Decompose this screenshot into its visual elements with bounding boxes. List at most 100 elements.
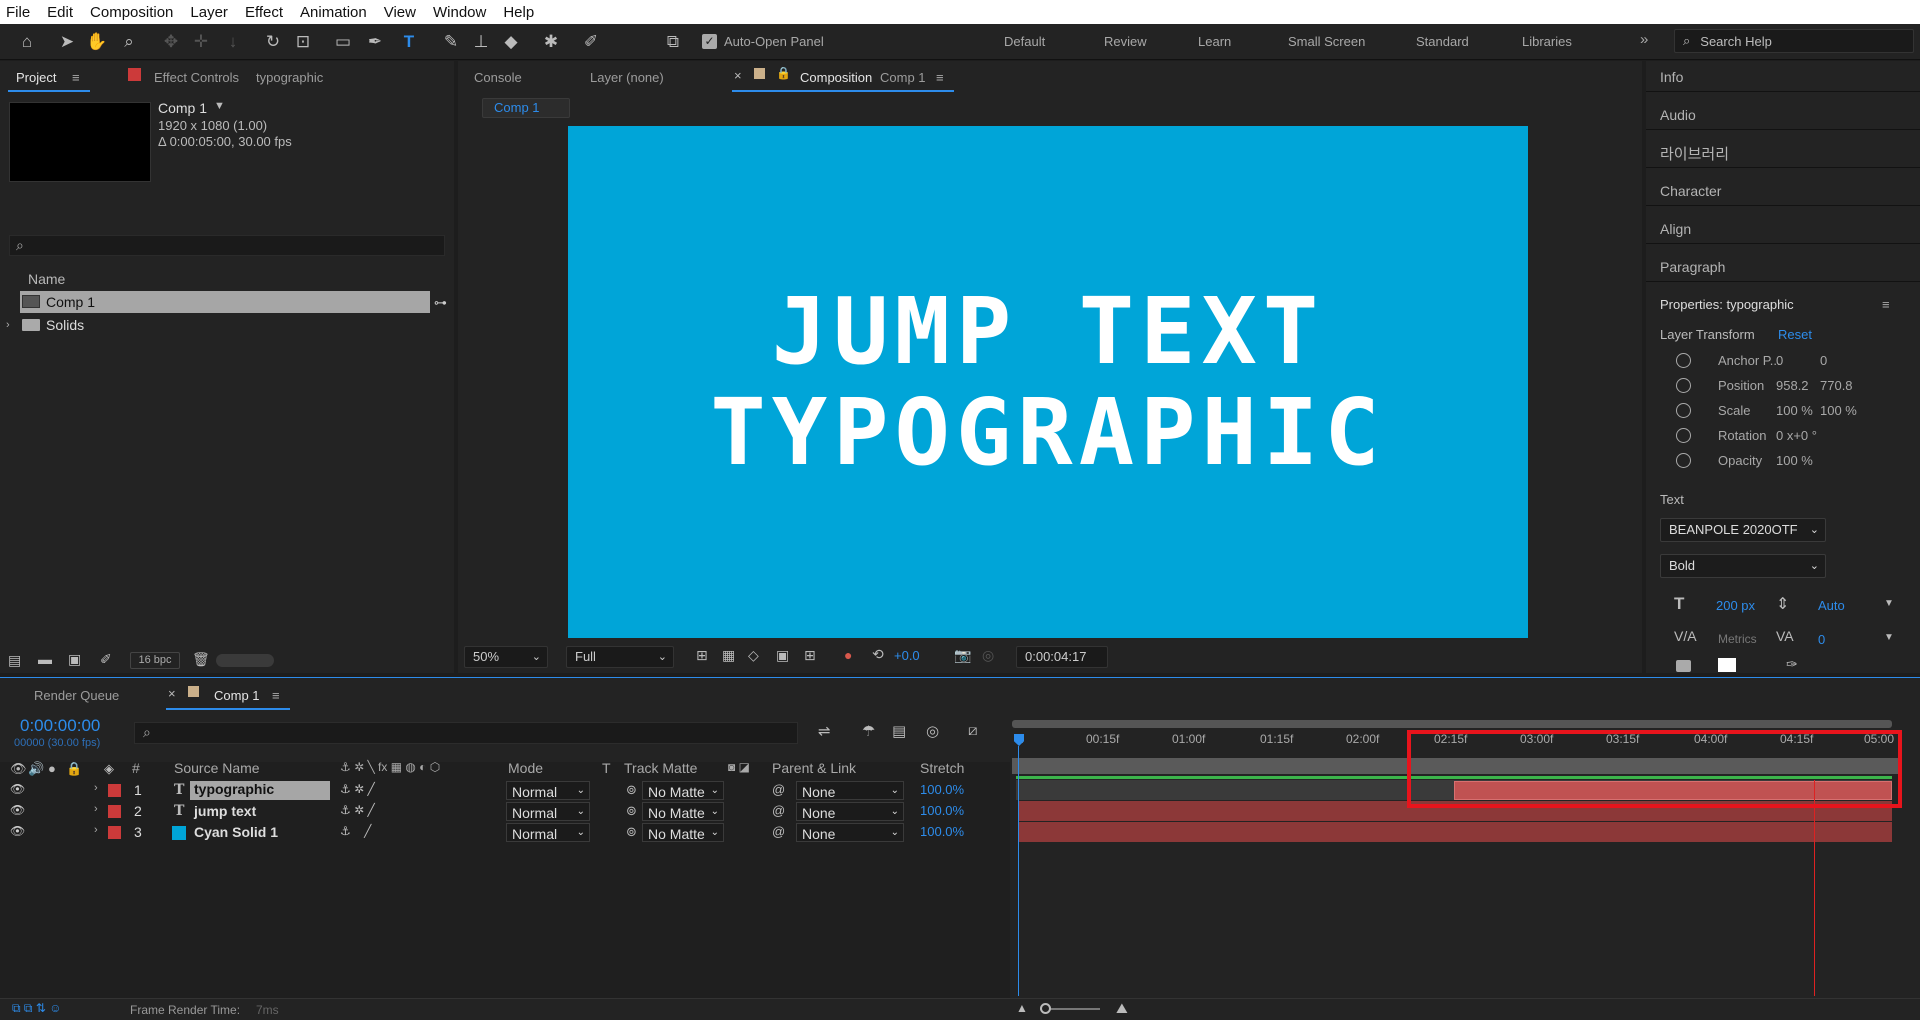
home-icon[interactable]: ⌂ bbox=[16, 31, 38, 53]
matte-link-icon[interactable]: ⊚ bbox=[626, 803, 637, 819]
prop-anchor-v1[interactable]: 0 bbox=[1776, 353, 1783, 368]
clone-stamp-tool-icon[interactable]: ⊥ bbox=[470, 31, 492, 53]
reset-button[interactable]: Reset bbox=[1778, 327, 1812, 342]
panel-libraries[interactable]: 라이브러리 bbox=[1660, 143, 1729, 164]
tab-timeline-comp[interactable]: × Comp 1 ≡ bbox=[166, 680, 290, 710]
snapshot-camera-icon[interactable]: 📷 bbox=[954, 647, 971, 664]
prop-scale-v2[interactable]: 100 % bbox=[1820, 403, 1857, 418]
pen-tool-icon[interactable]: ✒ bbox=[364, 31, 386, 53]
frame-blending-icon[interactable]: ▤ bbox=[892, 722, 906, 740]
panel-align[interactable]: Align bbox=[1660, 221, 1691, 237]
menu-help[interactable]: Help bbox=[503, 4, 534, 21]
workspace-review[interactable]: Review bbox=[1104, 34, 1147, 49]
prop-position-v1[interactable]: 958.2 bbox=[1776, 378, 1809, 393]
parent-dropdown[interactable]: None ⌄ bbox=[796, 823, 904, 842]
panel-audio[interactable]: Audio bbox=[1660, 107, 1696, 123]
brush-tool-icon[interactable]: ✎ bbox=[440, 31, 462, 53]
project-search-input[interactable]: ⌕ bbox=[9, 235, 445, 256]
workspace-default[interactable]: Default bbox=[1004, 34, 1045, 49]
layer-row-2[interactable]: 👁 › 2 T jump text ⚓ ✲ ╱ Normal ⌄ ⊚ No Ma… bbox=[0, 801, 1010, 822]
comp-breadcrumb[interactable]: Comp 1 bbox=[482, 98, 570, 118]
viewer-timecode[interactable]: 0:00:04:17 bbox=[1016, 646, 1108, 668]
matte-link-icon[interactable]: ⊚ bbox=[626, 782, 637, 798]
panel-info[interactable]: Info bbox=[1660, 69, 1683, 85]
tab-composition[interactable]: × 🔒 Composition Comp 1 ≡ bbox=[732, 62, 954, 92]
parent-pickwhip-icon[interactable]: @ bbox=[772, 803, 785, 818]
parent-pickwhip-icon[interactable]: @ bbox=[772, 824, 785, 839]
stopwatch-icon[interactable] bbox=[1676, 378, 1691, 393]
layer-switches[interactable]: ⚓ ✲ ╱ bbox=[340, 782, 375, 796]
workspace-libraries[interactable]: Libraries bbox=[1522, 34, 1572, 49]
layer-row-3[interactable]: 👁 › 3 Cyan Solid 1 ⚓ ╱ Normal ⌄ ⊚ No Mat… bbox=[0, 822, 1010, 843]
layer-mode-dropdown[interactable]: Normal ⌄ bbox=[506, 802, 590, 821]
layer-label-color[interactable] bbox=[108, 826, 121, 839]
pan-behind-tool-icon[interactable]: ⊡ bbox=[292, 31, 314, 53]
color-channels-icon[interactable]: ● bbox=[844, 647, 852, 663]
puppet-tool-icon[interactable]: ✐ bbox=[580, 31, 602, 53]
orbit-tool-icon[interactable]: ✥ bbox=[160, 31, 182, 53]
workspace-standard[interactable]: Standard bbox=[1416, 34, 1469, 49]
transparency-grid-icon[interactable]: ▦ bbox=[722, 647, 735, 664]
zoom-out-icon[interactable]: ▲ bbox=[1016, 1001, 1028, 1015]
close-icon[interactable]: × bbox=[734, 68, 742, 83]
project-item-comp1[interactable]: Comp 1 bbox=[20, 291, 430, 313]
panel-menu-icon[interactable]: ≡ bbox=[272, 688, 280, 703]
parent-dropdown[interactable]: None ⌄ bbox=[796, 781, 904, 800]
roto-brush-tool-icon[interactable]: ✱ bbox=[540, 31, 562, 53]
parent-pickwhip-icon[interactable]: @ bbox=[772, 782, 785, 797]
font-size-value[interactable]: 200 px bbox=[1716, 598, 1755, 613]
grid-guides-icon[interactable]: ⊞ bbox=[804, 647, 816, 664]
track-matte-dropdown[interactable]: No Matte ⌄ bbox=[642, 781, 724, 800]
zoom-dropdown[interactable]: 50% ⌄ bbox=[464, 646, 548, 668]
timeline-navigator[interactable] bbox=[1012, 720, 1892, 728]
playhead-line[interactable] bbox=[1018, 746, 1019, 996]
search-help-input[interactable]: ⌕ Search Help bbox=[1674, 29, 1914, 53]
leading-value[interactable]: Auto bbox=[1818, 598, 1845, 613]
prop-anchor-v2[interactable]: 0 bbox=[1820, 353, 1827, 368]
stopwatch-icon[interactable] bbox=[1676, 428, 1691, 443]
kerning-value[interactable]: Metrics bbox=[1718, 632, 1757, 646]
expand-arrow-icon[interactable]: › bbox=[94, 782, 98, 794]
tab-layer[interactable]: Layer (none) bbox=[590, 70, 664, 85]
eyedropper-icon[interactable]: ✑ bbox=[1786, 656, 1798, 673]
layer-label-color[interactable] bbox=[108, 805, 121, 818]
zoom-tool-icon[interactable]: ⌕ bbox=[118, 31, 140, 53]
interpret-footage-icon[interactable]: ▤ bbox=[8, 652, 21, 669]
chevron-down-icon[interactable]: ▼ bbox=[214, 100, 225, 112]
composition-canvas[interactable]: JUMP TEXT TYPOGRAPHIC bbox=[568, 126, 1528, 638]
menu-layer[interactable]: Layer bbox=[190, 4, 228, 21]
eraser-tool-icon[interactable]: ◆ bbox=[500, 31, 522, 53]
layer-bar-cyan-solid[interactable] bbox=[1018, 822, 1892, 842]
stopwatch-icon[interactable] bbox=[1676, 353, 1691, 368]
layer-name[interactable]: typographic bbox=[190, 781, 330, 800]
prop-scale-v1[interactable]: 100 % bbox=[1776, 403, 1813, 418]
composition-mini-flowchart-icon[interactable]: ⇌ bbox=[818, 722, 831, 740]
menu-window[interactable]: Window bbox=[433, 4, 486, 21]
expand-arrow-icon[interactable]: › bbox=[6, 314, 10, 336]
hand-tool-icon[interactable]: ✋ bbox=[86, 31, 108, 53]
workspace-learn[interactable]: Learn bbox=[1198, 34, 1231, 49]
resolution-dropdown[interactable]: Full ⌄ bbox=[566, 646, 674, 668]
prop-rotation-v1[interactable]: 0 x+0 ° bbox=[1776, 428, 1817, 443]
flowchart-icon[interactable]: ⊶ bbox=[434, 295, 447, 311]
new-composition-icon[interactable]: ▣ bbox=[68, 651, 81, 668]
font-style-dropdown[interactable]: Bold ⌄ bbox=[1660, 554, 1826, 578]
auto-open-checkbox[interactable]: ✓ bbox=[702, 34, 717, 49]
prop-position-v2[interactable]: 770.8 bbox=[1820, 378, 1853, 393]
panel-menu-icon[interactable]: ≡ bbox=[72, 70, 80, 85]
selection-tool-icon[interactable]: ➤ bbox=[56, 31, 78, 53]
panel-character[interactable]: Character bbox=[1660, 183, 1721, 199]
type-tool-icon[interactable]: T bbox=[398, 31, 420, 53]
font-family-dropdown[interactable]: BEANPOLE 2020OTF ⌄ bbox=[1660, 518, 1826, 542]
menu-view[interactable]: View bbox=[384, 4, 416, 21]
adjust-project-settings-icon[interactable]: ✐ bbox=[100, 651, 112, 668]
shy-layers-icon[interactable]: ☂ bbox=[862, 722, 875, 740]
timeline-search-input[interactable]: ⌕ bbox=[134, 722, 798, 744]
layer-switches[interactable]: ⚓ ✲ ╱ bbox=[340, 803, 375, 817]
workspace-overflow-icon[interactable]: » bbox=[1640, 31, 1648, 48]
stopwatch-icon[interactable] bbox=[1676, 403, 1691, 418]
timeline-zoom-handle[interactable] bbox=[1040, 1003, 1051, 1014]
project-item-solids[interactable]: › Solids bbox=[6, 314, 430, 336]
layer-name[interactable]: jump text bbox=[194, 803, 256, 819]
close-icon[interactable]: × bbox=[168, 686, 176, 701]
